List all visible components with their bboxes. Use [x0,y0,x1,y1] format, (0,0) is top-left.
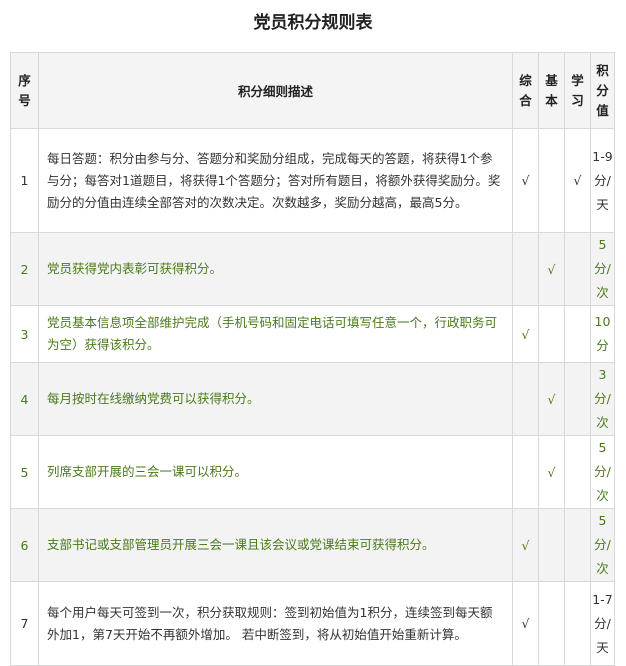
row-description: 支部书记或支部管理员开展三会一课且该会议或党课结束可获得积分。 [38,508,513,582]
table-row: 4 每月按时在线缴纳党费可以获得积分。 √ 3分/次 [10,362,615,436]
table-row: 7 每个用户每天可签到一次，积分获取规则：签到初始值为1积分，连续签到每天额外加… [10,581,615,666]
row-number: 5 [10,435,39,509]
check-jiben [538,508,565,582]
check-jiben: √ [538,435,565,509]
row-description: 列席支部开展的三会一课可以积分。 [38,435,513,509]
check-zonghe: √ [512,508,539,582]
row-number: 1 [10,128,39,233]
row-points: 3分/次 [590,362,615,436]
row-description: 每月按时在线缴纳党费可以获得积分。 [38,362,513,436]
rules-table: 序号 积分细则描述 综合 基本 学习 积分值 1 每日答题：积分由参与分、答题分… [10,52,615,666]
row-description: 党员获得党内表彰可获得积分。 [38,232,513,306]
row-points: 5分/次 [590,435,615,509]
row-points: 5分/次 [590,508,615,582]
table-row: 6 支部书记或支部管理员开展三会一课且该会议或党课结束可获得积分。 √ 5分/次 [10,508,615,582]
row-points: 10分 [590,305,615,363]
check-xuexi [564,508,591,582]
table-row: 5 列席支部开展的三会一课可以积分。 √ 5分/次 [10,435,615,509]
header-no: 序号 [10,52,39,129]
check-zonghe: √ [512,581,539,666]
check-xuexi [564,362,591,436]
header-jiben: 基本 [538,52,565,129]
check-xuexi [564,581,591,666]
page-title: 党员积分规则表 [253,13,373,33]
check-xuexi [564,232,591,306]
row-description: 每个用户每天可签到一次，积分获取规则：签到初始值为1积分，连续签到每天额外加1，… [38,581,513,666]
check-zonghe [512,232,539,306]
header-xuexi: 学习 [564,52,591,129]
check-jiben [538,128,565,233]
table-row: 3 党员基本信息项全部维护完成（手机号码和固定电话可填写任意一个，行政职务可为空… [10,305,615,363]
check-zonghe: √ [512,305,539,363]
check-zonghe: √ [512,128,539,233]
check-xuexi: √ [564,128,591,233]
header-desc: 积分细则描述 [38,52,513,129]
table-row: 2 党员获得党内表彰可获得积分。 √ 5分/次 [10,232,615,306]
row-number: 3 [10,305,39,363]
row-description: 党员基本信息项全部维护完成（手机号码和固定电话可填写任意一个，行政职务可为空）获… [38,305,513,363]
row-points: 1-7分/天 [590,581,615,666]
check-xuexi [564,305,591,363]
check-zonghe [512,435,539,509]
check-jiben [538,305,565,363]
row-number: 7 [10,581,39,666]
check-zonghe [512,362,539,436]
check-xuexi [564,435,591,509]
row-number: 2 [10,232,39,306]
row-number: 4 [10,362,39,436]
row-number: 6 [10,508,39,582]
header-points: 积分值 [590,52,615,129]
row-points: 1-9分/天 [590,128,615,233]
check-jiben [538,581,565,666]
check-jiben: √ [538,362,565,436]
table-row: 1 每日答题：积分由参与分、答题分和奖励分组成，完成每天的答题，将获得1个参与分… [10,128,615,233]
check-jiben: √ [538,232,565,306]
header-zonghe: 综合 [512,52,539,129]
row-description: 每日答题：积分由参与分、答题分和奖励分组成，完成每天的答题，将获得1个参与分；每… [38,128,513,233]
row-points: 5分/次 [590,232,615,306]
